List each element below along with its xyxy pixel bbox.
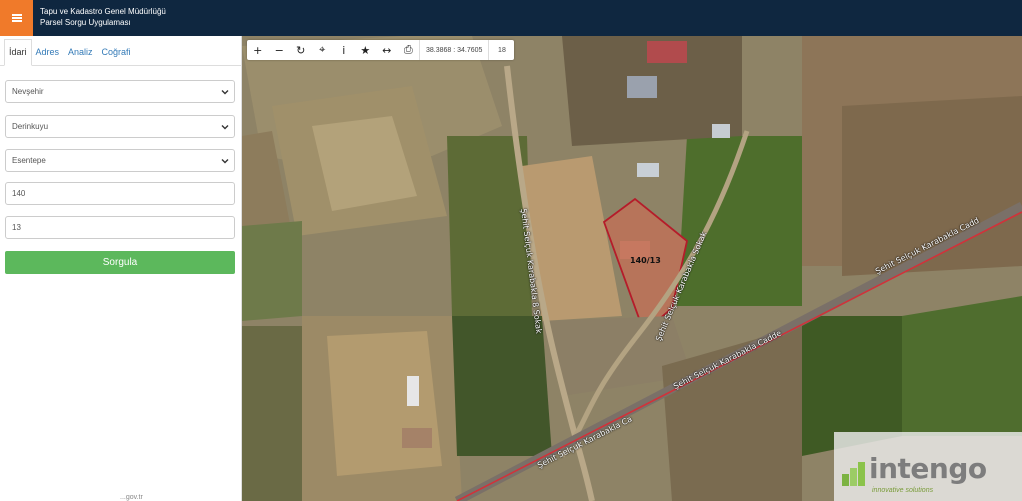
tab-cografi[interactable]: Coğrafi: [98, 47, 136, 65]
chevron-down-icon: [221, 125, 229, 130]
chevron-down-icon: [221, 90, 229, 95]
province-select[interactable]: Nevşehir: [5, 80, 235, 103]
map-view[interactable]: + − ↻ ⌖ i ★ ↔ ⎙ 38.3868 : 34.7605 18 140…: [242, 36, 1022, 501]
parcel-label: 140/13: [630, 256, 661, 265]
tab-analiz[interactable]: Analiz: [64, 47, 98, 65]
menu-button[interactable]: [0, 0, 33, 36]
tab-adres[interactable]: Adres: [32, 47, 65, 65]
district-select[interactable]: Derinkuyu: [5, 115, 235, 138]
intengo-mark-icon: [842, 462, 865, 486]
tab-bar: İdari Adres Analiz Coğrafi: [0, 36, 241, 66]
app-title-line1: Tapu ve Kadastro Genel Müdürlüğü: [40, 7, 166, 16]
neighborhood-value: Esentepe: [12, 156, 46, 165]
top-bar: Tapu ve Kadastro Genel Müdürlüğü Parsel …: [0, 0, 1022, 36]
parcel-value: 13: [12, 223, 21, 232]
hamburger-icon: [11, 14, 22, 22]
block-input[interactable]: 140: [5, 182, 235, 205]
logo-tagline: innovative solutions: [872, 487, 934, 494]
intengo-logo: intengo innovative solutions: [834, 432, 1022, 501]
query-button[interactable]: Sorgula: [5, 251, 235, 274]
footer-text: ...gov.tr: [120, 494, 143, 501]
info-icon[interactable]: i: [333, 40, 355, 60]
zoom-level: 18: [488, 40, 514, 60]
coordinate-readout: 38.3868 : 34.7605: [419, 40, 488, 60]
map-toolbar: + − ↻ ⌖ i ★ ↔ ⎙ 38.3868 : 34.7605 18: [247, 40, 515, 60]
parcel-input[interactable]: 13: [5, 216, 235, 239]
print-icon[interactable]: ⎙: [398, 40, 420, 60]
district-value: Derinkuyu: [12, 122, 49, 131]
block-value: 140: [12, 189, 26, 198]
logo-wordmark: intengo: [869, 452, 987, 485]
measure-icon[interactable]: ↔: [376, 40, 398, 60]
locate-icon[interactable]: ⌖: [312, 40, 334, 60]
tab-idari[interactable]: İdari: [4, 39, 32, 66]
zoom-out-icon[interactable]: −: [269, 40, 291, 60]
sidebar: İdari Adres Analiz Coğrafi Nevşehir Deri…: [0, 36, 242, 501]
neighborhood-select[interactable]: Esentepe: [5, 149, 235, 172]
chevron-down-icon: [221, 159, 229, 164]
app-title-line2: Parsel Sorgu Uygulaması: [40, 18, 131, 27]
zoom-in-icon[interactable]: +: [247, 40, 269, 60]
province-value: Nevşehir: [12, 87, 44, 96]
app-title: Tapu ve Kadastro Genel Müdürlüğü Parsel …: [40, 6, 166, 28]
refresh-icon[interactable]: ↻: [290, 40, 312, 60]
favorite-star-icon[interactable]: ★: [355, 40, 377, 60]
